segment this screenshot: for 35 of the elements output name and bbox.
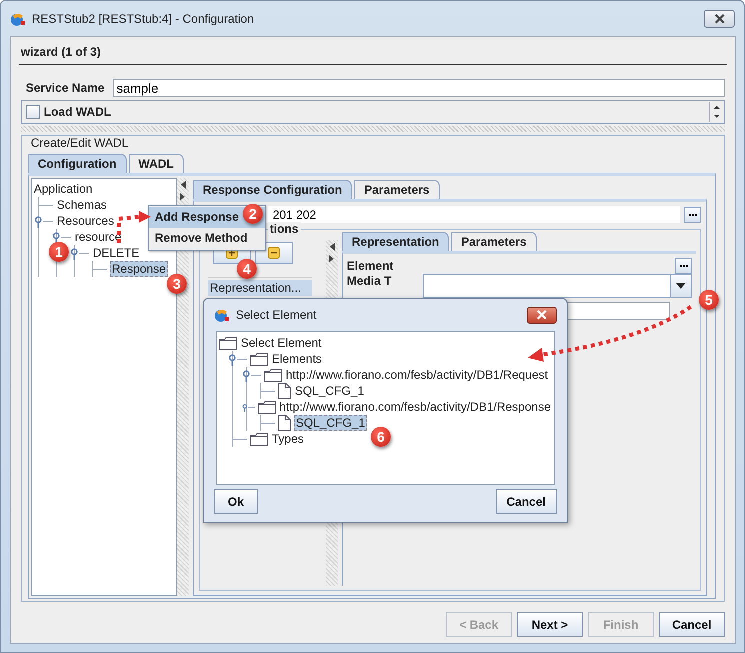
wizard-button[interactable]: Cancel bbox=[659, 612, 725, 637]
tree-item[interactable]: SQL_CFG_1 bbox=[294, 415, 368, 431]
tab[interactable]: Configuration bbox=[28, 154, 127, 173]
wizard-button[interactable]: Next > bbox=[517, 612, 583, 637]
tree-item[interactable]: Elements bbox=[271, 352, 324, 366]
field-label: Media T bbox=[347, 274, 393, 288]
menu-item[interactable]: Remove Method bbox=[149, 228, 265, 249]
tree-item[interactable]: Application bbox=[33, 182, 94, 196]
wizard-step-title: wizard (1 of 3) bbox=[19, 45, 727, 65]
tree-item[interactable]: Types bbox=[271, 432, 306, 446]
tree-item[interactable]: DELETE bbox=[92, 246, 141, 260]
tree-item[interactable]: SQL_CFG_1 bbox=[294, 384, 366, 398]
tree-item[interactable]: resource bbox=[74, 230, 123, 244]
tab[interactable]: WADL bbox=[128, 154, 184, 173]
tree-item[interactable]: Schemas bbox=[56, 198, 108, 212]
dialog-title: Select Element bbox=[236, 308, 317, 322]
field-label: Service Name bbox=[26, 81, 105, 95]
dialog-button[interactable]: Cancel bbox=[496, 489, 557, 514]
list-item[interactable]: Representation... bbox=[208, 280, 312, 296]
dialog-button[interactable]: Ok bbox=[214, 489, 258, 514]
tree-item[interactable]: Select Element bbox=[240, 336, 323, 350]
service-name-field[interactable]: sample bbox=[112, 79, 725, 97]
tree-item[interactable]: Resources bbox=[56, 214, 116, 228]
field-label: Element bbox=[347, 259, 394, 273]
load-wadl-checkbox[interactable]: Load WADL bbox=[26, 105, 112, 119]
group-title: Create/Edit WADL bbox=[29, 136, 131, 150]
tab[interactable]: Parameters bbox=[451, 232, 537, 251]
tree-item[interactable]: http://www.fiorano.com/fesb/activity/DB1/Request bbox=[285, 368, 550, 382]
group-title: tions bbox=[268, 222, 301, 236]
window-title: RESTStub2 [RESTStub:4] - Configuration bbox=[32, 12, 254, 26]
tab[interactable]: Representation bbox=[342, 232, 450, 251]
tree-item[interactable]: Response bbox=[110, 261, 168, 277]
tab[interactable]: Response Configuration bbox=[193, 180, 352, 199]
tab[interactable]: Parameters bbox=[354, 180, 440, 199]
tree-item[interactable]: http://www.fiorano.com/fesb/activity/DB1/Response bbox=[278, 400, 552, 414]
